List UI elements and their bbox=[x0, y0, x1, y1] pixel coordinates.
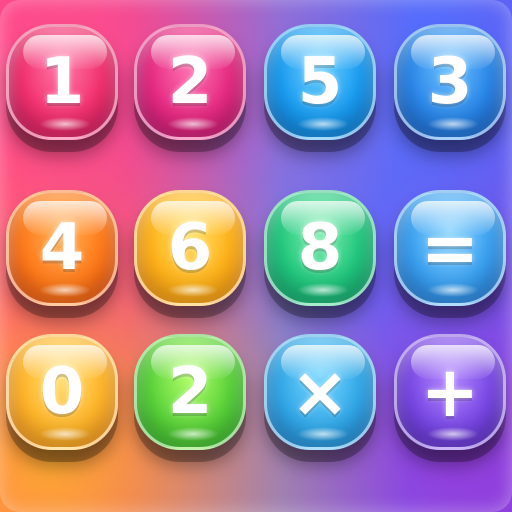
plus-button[interactable]: + bbox=[394, 334, 506, 450]
key-2-alt-button[interactable]: 2 bbox=[134, 334, 246, 450]
key-4-button[interactable]: 4 bbox=[6, 190, 118, 306]
key-label: 0 bbox=[39, 355, 85, 429]
key-label: 8 bbox=[297, 211, 343, 285]
key-8-button[interactable]: 8 bbox=[264, 190, 376, 306]
key-1-button[interactable]: 1 bbox=[6, 24, 118, 140]
key-0-button[interactable]: 0 bbox=[6, 334, 118, 450]
plus-icon: + bbox=[420, 351, 480, 433]
key-label: 4 bbox=[39, 211, 85, 285]
key-3-button[interactable]: 3 bbox=[394, 24, 506, 140]
multiply-button[interactable]: × bbox=[264, 334, 376, 450]
key-label: 5 bbox=[297, 45, 343, 119]
key-6-button[interactable]: 6 bbox=[134, 190, 246, 306]
equals-icon: = bbox=[420, 207, 480, 289]
multiply-icon: × bbox=[290, 351, 350, 433]
equals-button[interactable]: = bbox=[394, 190, 506, 306]
key-label: 3 bbox=[427, 45, 473, 119]
key-label: 2 bbox=[167, 355, 213, 429]
calculator-keypad-screen: 1 2 5 3 4 6 8 = 0 2 × + bbox=[0, 0, 512, 512]
key-label: 1 bbox=[39, 45, 85, 119]
key-2-button[interactable]: 2 bbox=[134, 24, 246, 140]
key-5-button[interactable]: 5 bbox=[264, 24, 376, 140]
key-label: 2 bbox=[167, 45, 213, 119]
key-label: 6 bbox=[167, 211, 213, 285]
